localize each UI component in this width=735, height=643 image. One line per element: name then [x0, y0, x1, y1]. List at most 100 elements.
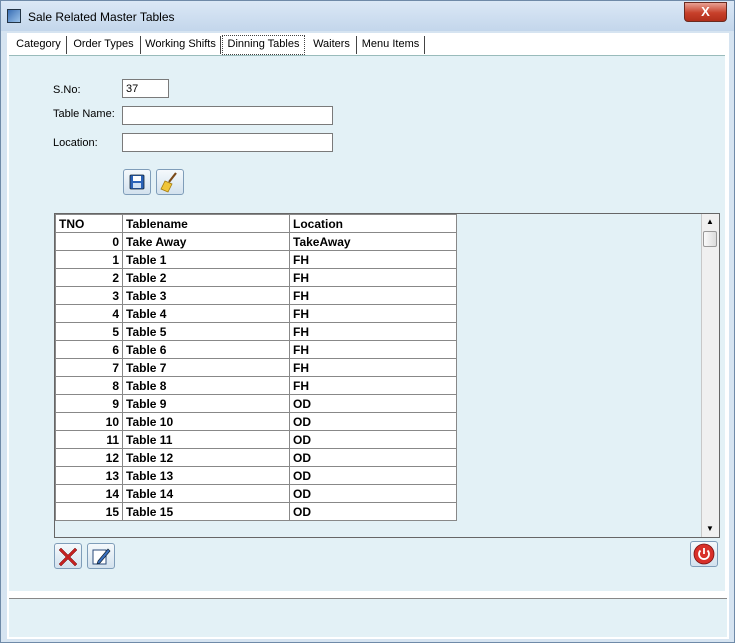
cell-tablename[interactable]: Table 14: [122, 484, 290, 503]
cell-location[interactable]: FH: [289, 304, 457, 323]
cell-location[interactable]: OD: [289, 430, 457, 449]
table-row[interactable]: 12 Table 12 OD: [55, 448, 457, 467]
tablename-field[interactable]: [122, 106, 333, 125]
cell-tno[interactable]: 14: [55, 484, 123, 503]
cell-tablename[interactable]: Take Away: [122, 232, 290, 251]
table-row[interactable]: 4 Table 4 FH: [55, 304, 457, 323]
cell-tablename[interactable]: Table 6: [122, 340, 290, 359]
table-row[interactable]: 15 Table 15 OD: [55, 502, 457, 521]
cell-tablename[interactable]: Table 4: [122, 304, 290, 323]
cell-location[interactable]: FH: [289, 286, 457, 305]
grid-header-row: TNO Tablename Location: [55, 214, 457, 233]
col-header-tablename[interactable]: Tablename: [122, 214, 290, 233]
tab-working-shifts[interactable]: Working Shifts: [141, 36, 221, 54]
tablename-label: Table Name:: [53, 108, 115, 120]
scroll-down-arrow[interactable]: ▼: [702, 521, 718, 537]
cell-location[interactable]: FH: [289, 250, 457, 269]
cell-tno[interactable]: 13: [55, 466, 123, 485]
cell-tno[interactable]: 1: [55, 250, 123, 269]
table-row[interactable]: 5 Table 5 FH: [55, 322, 457, 341]
cell-location[interactable]: OD: [289, 448, 457, 467]
cell-tno[interactable]: 0: [55, 232, 123, 251]
cell-tno[interactable]: 11: [55, 430, 123, 449]
col-header-location[interactable]: Location: [289, 214, 457, 233]
table-row[interactable]: 14 Table 14 OD: [55, 484, 457, 503]
cell-tno[interactable]: 15: [55, 502, 123, 521]
tab-waiters[interactable]: Waiters: [307, 36, 357, 54]
cell-tablename[interactable]: Table 3: [122, 286, 290, 305]
status-bar: [9, 598, 727, 637]
vertical-scrollbar[interactable]: ▲ ▼: [701, 214, 719, 537]
table-row[interactable]: 7 Table 7 FH: [55, 358, 457, 377]
exit-button[interactable]: [690, 541, 718, 567]
location-field[interactable]: [122, 133, 333, 152]
table-row[interactable]: 1 Table 1 FH: [55, 250, 457, 269]
cell-location[interactable]: FH: [289, 268, 457, 287]
scroll-thumb[interactable]: [703, 231, 717, 247]
cell-location[interactable]: FH: [289, 376, 457, 395]
cell-location[interactable]: OD: [289, 394, 457, 413]
cell-tablename[interactable]: Table 2: [122, 268, 290, 287]
client-area: Category Order Types Working Shifts Dinn…: [7, 33, 729, 639]
cell-location[interactable]: OD: [289, 466, 457, 485]
cell-tno[interactable]: 3: [55, 286, 123, 305]
delete-x-icon: [58, 547, 78, 567]
cell-location[interactable]: FH: [289, 322, 457, 341]
dinning-tables-panel: S.No: Table Name: Location:: [9, 55, 725, 591]
main-window: Sale Related Master Tables X Category Or…: [0, 0, 735, 643]
table-row[interactable]: 8 Table 8 FH: [55, 376, 457, 395]
cell-tablename[interactable]: Table 7: [122, 358, 290, 377]
cell-tno[interactable]: 4: [55, 304, 123, 323]
window-title: Sale Related Master Tables: [28, 10, 175, 24]
tab-dinning-tables[interactable]: Dinning Tables: [222, 35, 305, 55]
cell-tablename[interactable]: Table 13: [122, 466, 290, 485]
location-label: Location:: [53, 137, 98, 149]
col-header-tno[interactable]: TNO: [55, 214, 123, 233]
cell-tno[interactable]: 5: [55, 322, 123, 341]
cell-tno[interactable]: 6: [55, 340, 123, 359]
sno-field[interactable]: [122, 79, 169, 98]
cell-location[interactable]: OD: [289, 484, 457, 503]
cell-location[interactable]: FH: [289, 340, 457, 359]
edit-button[interactable]: [87, 543, 115, 569]
cell-location[interactable]: OD: [289, 502, 457, 521]
delete-button[interactable]: [54, 543, 82, 569]
sno-label: S.No:: [53, 84, 81, 96]
tab-menu-items[interactable]: Menu Items: [357, 36, 425, 54]
cell-location[interactable]: TakeAway: [289, 232, 457, 251]
cell-location[interactable]: OD: [289, 412, 457, 431]
cell-tno[interactable]: 12: [55, 448, 123, 467]
cell-tno[interactable]: 9: [55, 394, 123, 413]
table-row[interactable]: 6 Table 6 FH: [55, 340, 457, 359]
cell-tno[interactable]: 7: [55, 358, 123, 377]
cell-tablename[interactable]: Table 10: [122, 412, 290, 431]
cell-location[interactable]: FH: [289, 358, 457, 377]
tab-category[interactable]: Category: [11, 36, 67, 54]
table-row[interactable]: 10 Table 10 OD: [55, 412, 457, 431]
cell-tablename[interactable]: Table 11: [122, 430, 290, 449]
table-row[interactable]: 9 Table 9 OD: [55, 394, 457, 413]
tab-strip: Category Order Types Working Shifts Dinn…: [7, 33, 729, 55]
cell-tablename[interactable]: Table 1: [122, 250, 290, 269]
cell-tablename[interactable]: Table 9: [122, 394, 290, 413]
cell-tablename[interactable]: Table 12: [122, 448, 290, 467]
clear-button[interactable]: [156, 169, 184, 195]
table-row[interactable]: 2 Table 2 FH: [55, 268, 457, 287]
save-button[interactable]: [123, 169, 151, 195]
scroll-up-arrow[interactable]: ▲: [702, 214, 718, 230]
table-row[interactable]: 3 Table 3 FH: [55, 286, 457, 305]
table-row[interactable]: 0 Take Away TakeAway: [55, 232, 457, 251]
table-row[interactable]: 13 Table 13 OD: [55, 466, 457, 485]
cell-tablename[interactable]: Table 5: [122, 322, 290, 341]
tab-order-types[interactable]: Order Types: [67, 36, 141, 54]
close-button[interactable]: X: [684, 2, 727, 22]
cell-tno[interactable]: 8: [55, 376, 123, 395]
cell-tno[interactable]: 10: [55, 412, 123, 431]
tables-grid[interactable]: TNO Tablename Location 0 Take Away TakeAwa…: [54, 213, 720, 538]
cell-tno[interactable]: 2: [55, 268, 123, 287]
tables-table: TNO Tablename Location 0 Take Away TakeAwa…: [55, 214, 457, 521]
table-row[interactable]: 11 Table 11 OD: [55, 430, 457, 449]
cell-tablename[interactable]: Table 8: [122, 376, 290, 395]
cell-tablename[interactable]: Table 15: [122, 502, 290, 521]
edit-pencil-icon: [92, 548, 111, 565]
